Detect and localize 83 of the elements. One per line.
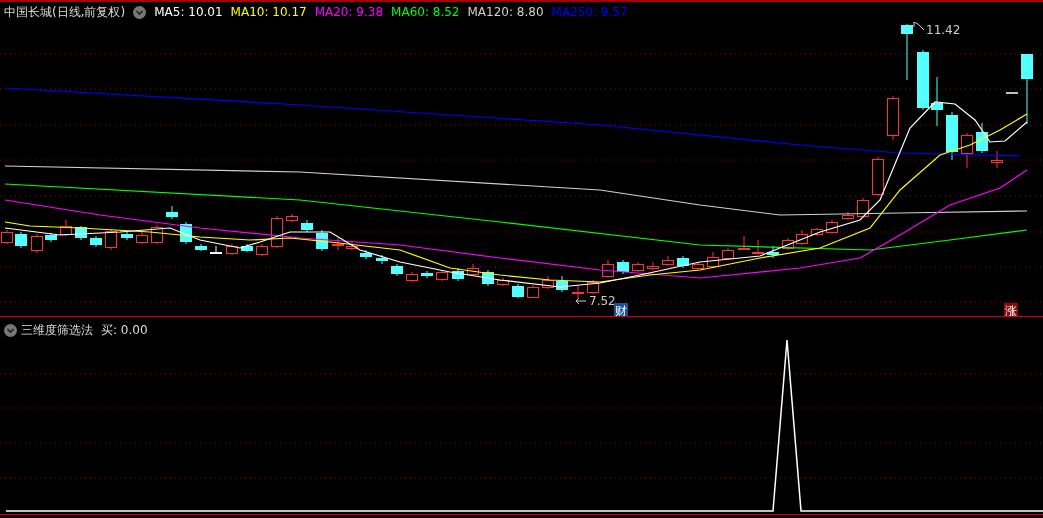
candlestick (1, 229, 13, 245)
candlestick (527, 284, 539, 299)
low-price-label: 7.52 (589, 294, 616, 308)
candlestick (121, 231, 133, 241)
candlestick (151, 224, 163, 245)
candlestick (857, 197, 869, 219)
event-marker[interactable]: 财 (614, 303, 628, 316)
candlestick (632, 261, 644, 273)
candlestick (662, 255, 674, 267)
moving-average-label: MA20: 9.38 (314, 4, 384, 21)
candlestick (647, 261, 659, 271)
candlestick (556, 275, 568, 293)
candlestick (842, 211, 854, 221)
candlestick (572, 285, 584, 299)
candlestick (452, 267, 464, 282)
moving-average-label: MA250: 9.57 (551, 4, 628, 21)
leader-line (575, 297, 587, 305)
moving-average-label: MA10: 10.17 (230, 4, 307, 21)
candlestick (271, 215, 283, 249)
indicator-reading: 买: 0.00 (101, 322, 148, 339)
candlestick (917, 49, 929, 111)
dropdown-icon[interactable] (133, 5, 147, 19)
candlestick (796, 229, 808, 246)
candlestick (782, 237, 794, 251)
candlestick (15, 231, 27, 249)
candlestick (301, 219, 313, 233)
candlestick (991, 150, 1003, 169)
candlestick (752, 239, 764, 255)
candlestick (1021, 53, 1033, 125)
candlestick (391, 263, 403, 277)
candlestick (976, 122, 988, 154)
candlestick (60, 219, 72, 237)
candlestick (436, 269, 448, 282)
candlestick (542, 275, 554, 290)
candlestick (946, 111, 958, 161)
candlestick (692, 261, 704, 271)
candlestick (406, 271, 418, 283)
candlestick (887, 95, 899, 141)
candlestick (901, 23, 913, 81)
candlestick (241, 243, 253, 253)
candlestick (587, 279, 599, 295)
candlestick (467, 263, 479, 277)
candlestick (90, 235, 102, 248)
candlestick (677, 255, 689, 269)
candlestick (707, 251, 719, 269)
indicator-name: 三维度筛选法 (21, 322, 93, 339)
candlestick (136, 231, 148, 245)
candlestick (360, 249, 372, 260)
candlestick (45, 232, 57, 243)
candlestick (931, 76, 943, 127)
candlestick (376, 254, 388, 265)
candlestick (617, 259, 629, 275)
candlestick (105, 228, 117, 251)
chart-title: 中国长城(日线,前复权) (4, 4, 126, 21)
candlestick (826, 219, 838, 235)
candlestick (332, 237, 344, 251)
candlestick (722, 247, 734, 261)
leader-line (913, 22, 925, 31)
candlestick (210, 245, 222, 254)
candlestick (512, 283, 524, 299)
candlestick (872, 156, 884, 197)
candlestick (256, 243, 268, 257)
high-price-label: 11.42 (926, 23, 961, 37)
dropdown-icon[interactable] (4, 323, 17, 337)
candlestick (31, 233, 43, 254)
candlestick (286, 213, 298, 223)
candlestick (811, 227, 823, 237)
candlestick (738, 235, 750, 251)
moving-average-label: MA120: 8.80 (467, 4, 544, 21)
candlestick (497, 277, 509, 287)
moving-average-label: MA60: 8.52 (391, 4, 460, 21)
candlestick (75, 225, 87, 241)
candlestick (602, 259, 614, 279)
candlestick (767, 245, 779, 259)
moving-average-label: MA5: 10.01 (154, 4, 223, 21)
candlestick (961, 132, 973, 169)
event-marker[interactable]: 涨 (1004, 303, 1018, 316)
candlestick (226, 243, 238, 256)
candlestick (166, 205, 178, 220)
candlestick (346, 241, 358, 251)
candlestick (195, 243, 207, 252)
candlestick (421, 270, 433, 279)
price-marker (1005, 92, 1019, 94)
